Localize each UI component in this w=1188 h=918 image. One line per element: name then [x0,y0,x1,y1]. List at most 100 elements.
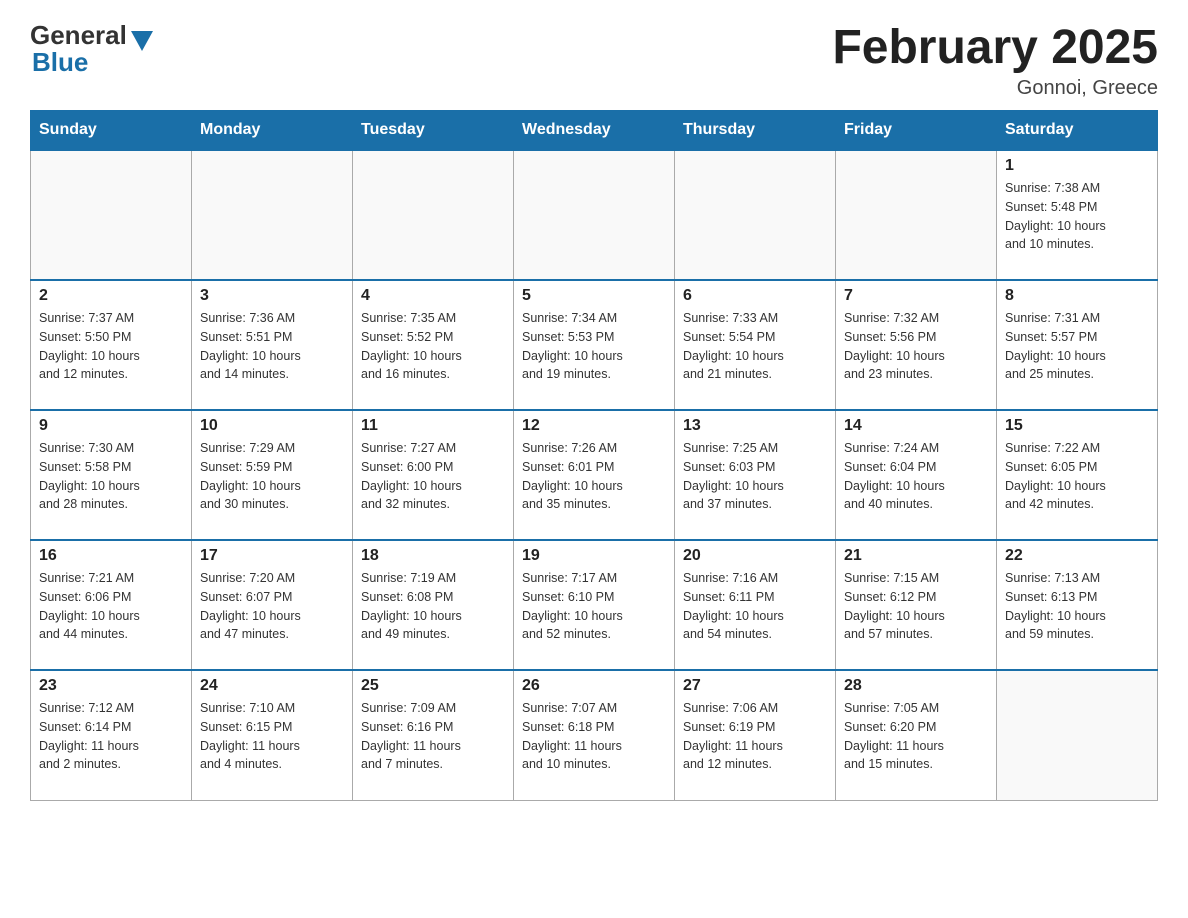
page-header: General Blue February 2025 Gonnoi, Greec… [30,20,1158,100]
weekday-header-thursday: Thursday [675,111,836,151]
logo-arrow-icon [131,31,153,51]
day-number: 2 [39,287,183,305]
day-number: 6 [683,287,827,305]
day-number: 20 [683,547,827,565]
weekday-header-tuesday: Tuesday [353,111,514,151]
calendar-cell: 14 Sunrise: 7:24 AM Sunset: 6:04 PM Dayli… [836,410,997,540]
calendar-cell: 17 Sunrise: 7:20 AM Sunset: 6:07 PM Dayli… [192,540,353,670]
day-info: Sunrise: 7:20 AM Sunset: 6:07 PM Dayligh… [200,569,344,644]
day-number: 27 [683,677,827,695]
calendar-cell: 5 Sunrise: 7:34 AM Sunset: 5:53 PM Daylig… [514,280,675,410]
day-number: 28 [844,677,988,695]
day-info: Sunrise: 7:26 AM Sunset: 6:01 PM Dayligh… [522,439,666,514]
day-number: 9 [39,417,183,435]
calendar-cell: 6 Sunrise: 7:33 AM Sunset: 5:54 PM Daylig… [675,280,836,410]
day-number: 11 [361,417,505,435]
day-info: Sunrise: 7:35 AM Sunset: 5:52 PM Dayligh… [361,309,505,384]
calendar-week-4: 23 Sunrise: 7:12 AM Sunset: 6:14 PM Dayli… [31,670,1158,800]
calendar-cell: 16 Sunrise: 7:21 AM Sunset: 6:06 PM Dayli… [31,540,192,670]
day-number: 7 [844,287,988,305]
day-info: Sunrise: 7:17 AM Sunset: 6:10 PM Dayligh… [522,569,666,644]
day-number: 13 [683,417,827,435]
day-number: 1 [1005,157,1149,175]
weekday-header-friday: Friday [836,111,997,151]
weekday-header-sunday: Sunday [31,111,192,151]
day-info: Sunrise: 7:16 AM Sunset: 6:11 PM Dayligh… [683,569,827,644]
day-number: 12 [522,417,666,435]
day-info: Sunrise: 7:10 AM Sunset: 6:15 PM Dayligh… [200,699,344,774]
day-number: 16 [39,547,183,565]
calendar-cell [192,150,353,280]
day-number: 14 [844,417,988,435]
calendar-header-row: SundayMondayTuesdayWednesdayThursdayFrid… [31,111,1158,151]
calendar-cell: 2Sunrise: 7:37 AM Sunset: 5:50 PM Daylig… [31,280,192,410]
logo-blue-text: Blue [32,47,88,78]
calendar-cell: 15Sunrise: 7:22 AM Sunset: 6:05 PM Dayli… [997,410,1158,540]
logo: General Blue [30,20,153,78]
day-info: Sunrise: 7:36 AM Sunset: 5:51 PM Dayligh… [200,309,344,384]
day-info: Sunrise: 7:07 AM Sunset: 6:18 PM Dayligh… [522,699,666,774]
month-title: February 2025 [832,20,1158,75]
calendar-cell [353,150,514,280]
day-number: 3 [200,287,344,305]
calendar-cell: 19 Sunrise: 7:17 AM Sunset: 6:10 PM Dayli… [514,540,675,670]
day-number: 8 [1005,287,1149,305]
day-number: 10 [200,417,344,435]
day-number: 19 [522,547,666,565]
day-number: 4 [361,287,505,305]
calendar-cell: 13 Sunrise: 7:25 AM Sunset: 6:03 PM Dayli… [675,410,836,540]
day-info: Sunrise: 7:09 AM Sunset: 6:16 PM Dayligh… [361,699,505,774]
day-number: 22 [1005,547,1149,565]
calendar-week-3: 16 Sunrise: 7:21 AM Sunset: 6:06 PM Dayli… [31,540,1158,670]
calendar-cell: 9 Sunrise: 7:30 AM Sunset: 5:58 PM Daylig… [31,410,192,540]
calendar-cell: 11 Sunrise: 7:27 AM Sunset: 6:00 PM Dayli… [353,410,514,540]
calendar-cell: 7Sunrise: 7:32 AM Sunset: 5:56 PM Daylig… [836,280,997,410]
calendar-cell: 21Sunrise: 7:15 AM Sunset: 6:12 PM Dayli… [836,540,997,670]
day-number: 26 [522,677,666,695]
day-number: 24 [200,677,344,695]
day-number: 23 [39,677,183,695]
day-number: 25 [361,677,505,695]
day-info: Sunrise: 7:24 AM Sunset: 6:04 PM Dayligh… [844,439,988,514]
day-number: 5 [522,287,666,305]
calendar-table: SundayMondayTuesdayWednesdayThursdayFrid… [30,110,1158,801]
day-info: Sunrise: 7:38 AM Sunset: 5:48 PM Dayligh… [1005,179,1149,254]
day-info: Sunrise: 7:21 AM Sunset: 6:06 PM Dayligh… [39,569,183,644]
calendar-cell: 1 Sunrise: 7:38 AM Sunset: 5:48 PM Daylig… [997,150,1158,280]
calendar-cell: 8 Sunrise: 7:31 AM Sunset: 5:57 PM Daylig… [997,280,1158,410]
day-info: Sunrise: 7:25 AM Sunset: 6:03 PM Dayligh… [683,439,827,514]
day-info: Sunrise: 7:29 AM Sunset: 5:59 PM Dayligh… [200,439,344,514]
calendar-cell: 25 Sunrise: 7:09 AM Sunset: 6:16 PM Dayli… [353,670,514,800]
calendar-cell: 23 Sunrise: 7:12 AM Sunset: 6:14 PM Dayli… [31,670,192,800]
calendar-cell: 28Sunrise: 7:05 AM Sunset: 6:20 PM Dayli… [836,670,997,800]
weekday-header-monday: Monday [192,111,353,151]
day-info: Sunrise: 7:27 AM Sunset: 6:00 PM Dayligh… [361,439,505,514]
calendar-week-0: 1 Sunrise: 7:38 AM Sunset: 5:48 PM Daylig… [31,150,1158,280]
calendar-cell: 22 Sunrise: 7:13 AM Sunset: 6:13 PM Dayli… [997,540,1158,670]
day-info: Sunrise: 7:31 AM Sunset: 5:57 PM Dayligh… [1005,309,1149,384]
day-info: Sunrise: 7:06 AM Sunset: 6:19 PM Dayligh… [683,699,827,774]
day-number: 17 [200,547,344,565]
calendar-cell: 3 Sunrise: 7:36 AM Sunset: 5:51 PM Daylig… [192,280,353,410]
weekday-header-saturday: Saturday [997,111,1158,151]
calendar-cell: 18 Sunrise: 7:19 AM Sunset: 6:08 PM Dayli… [353,540,514,670]
day-info: Sunrise: 7:19 AM Sunset: 6:08 PM Dayligh… [361,569,505,644]
calendar-cell: 4 Sunrise: 7:35 AM Sunset: 5:52 PM Daylig… [353,280,514,410]
day-info: Sunrise: 7:22 AM Sunset: 6:05 PM Dayligh… [1005,439,1149,514]
calendar-cell: 10 Sunrise: 7:29 AM Sunset: 5:59 PM Dayli… [192,410,353,540]
calendar-cell: 12 Sunrise: 7:26 AM Sunset: 6:01 PM Dayli… [514,410,675,540]
calendar-cell: 27 Sunrise: 7:06 AM Sunset: 6:19 PM Dayli… [675,670,836,800]
weekday-header-wednesday: Wednesday [514,111,675,151]
calendar-cell: 24 Sunrise: 7:10 AM Sunset: 6:15 PM Dayli… [192,670,353,800]
calendar-cell [997,670,1158,800]
day-number: 18 [361,547,505,565]
day-info: Sunrise: 7:12 AM Sunset: 6:14 PM Dayligh… [39,699,183,774]
day-info: Sunrise: 7:30 AM Sunset: 5:58 PM Dayligh… [39,439,183,514]
calendar-cell [675,150,836,280]
day-info: Sunrise: 7:13 AM Sunset: 6:13 PM Dayligh… [1005,569,1149,644]
calendar-cell [31,150,192,280]
calendar-cell [514,150,675,280]
calendar-cell: 26 Sunrise: 7:07 AM Sunset: 6:18 PM Dayli… [514,670,675,800]
day-info: Sunrise: 7:34 AM Sunset: 5:53 PM Dayligh… [522,309,666,384]
day-info: Sunrise: 7:33 AM Sunset: 5:54 PM Dayligh… [683,309,827,384]
